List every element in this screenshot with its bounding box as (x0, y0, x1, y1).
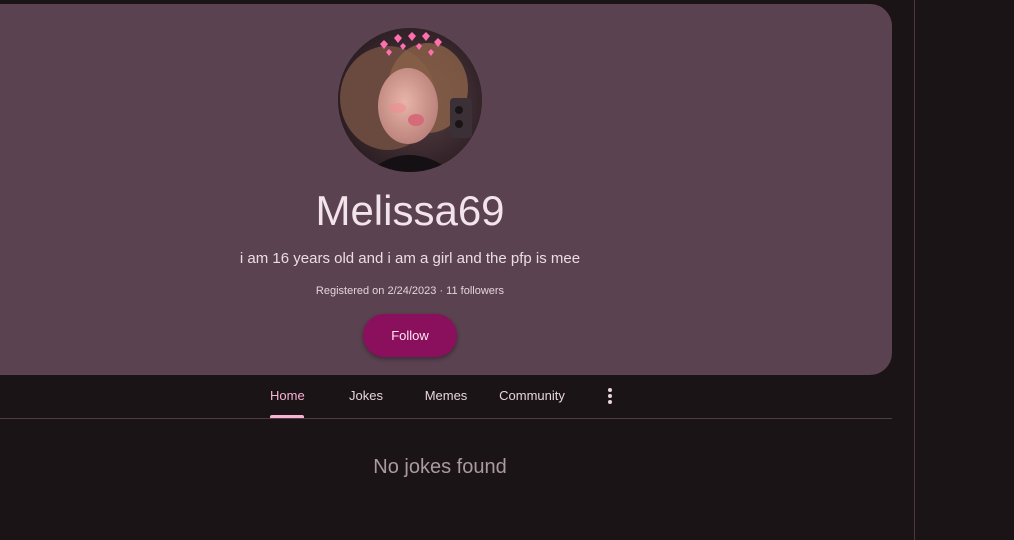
tab-label: Memes (424, 388, 468, 403)
sidebar-divider (914, 0, 915, 540)
tab-label: Jokes (349, 388, 383, 403)
profile-bio: i am 16 years old and i am a girl and th… (239, 250, 581, 267)
tab-community[interactable]: Community (498, 376, 566, 418)
tab-home[interactable]: Home (270, 376, 305, 418)
profile-meta: Registered on 2/24/2023 · 11 followers (315, 285, 505, 297)
tabs-divider (0, 418, 892, 419)
avatar-image (338, 28, 482, 172)
more-vertical-icon (608, 388, 612, 404)
tab-memes[interactable]: Memes (424, 376, 468, 418)
profile-page: Melissa69 i am 16 years old and i am a g… (0, 0, 1014, 540)
profile-avatar[interactable] (338, 28, 482, 172)
empty-state-message: No jokes found (373, 456, 507, 478)
follow-button[interactable]: Follow (363, 314, 457, 357)
more-options-button[interactable] (600, 384, 620, 408)
tab-label: Home (270, 388, 305, 403)
tab-label: Community (499, 388, 565, 403)
profile-tabs: Home Jokes Memes Community (0, 376, 892, 418)
profile-card: Melissa69 i am 16 years old and i am a g… (0, 4, 892, 375)
profile-username: Melissa69 (315, 187, 505, 234)
tab-jokes[interactable]: Jokes (348, 376, 384, 418)
